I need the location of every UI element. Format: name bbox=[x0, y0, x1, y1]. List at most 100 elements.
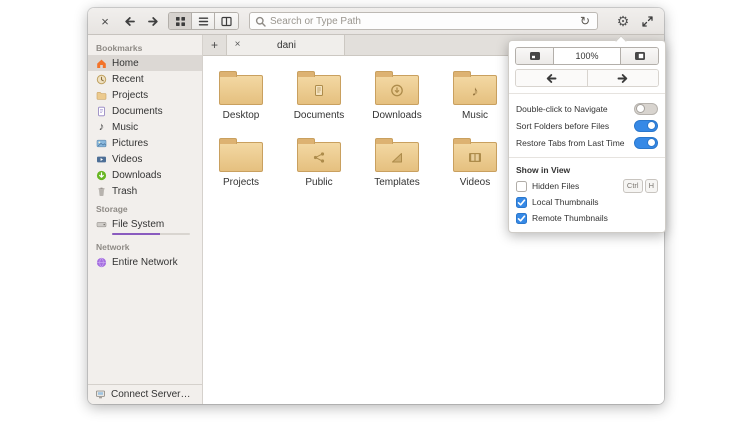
show-in-view-header: Show in View bbox=[516, 165, 571, 175]
forward-arrow-icon bbox=[617, 73, 627, 83]
sidebar-item-file-system[interactable]: File System bbox=[88, 216, 202, 232]
template-emblem-icon bbox=[391, 151, 404, 163]
file-projects[interactable]: Projects bbox=[205, 135, 277, 188]
toggle-switch[interactable] bbox=[634, 119, 658, 132]
list-view-button[interactable] bbox=[192, 13, 215, 29]
checkbox[interactable] bbox=[516, 180, 527, 192]
popover-forward-button[interactable] bbox=[587, 70, 658, 86]
folder-icon bbox=[375, 71, 419, 105]
checkbox[interactable] bbox=[516, 196, 527, 208]
setting-local-thumbnails[interactable]: Local Thumbnails bbox=[515, 194, 659, 210]
sidebar-item-label: Entire Network bbox=[112, 256, 178, 268]
zoom-in-button[interactable] bbox=[620, 48, 658, 64]
shortcut-keys: Ctrl H bbox=[622, 179, 658, 193]
back-button[interactable] bbox=[120, 12, 138, 30]
sidebar-item-videos[interactable]: Videos bbox=[88, 151, 202, 167]
file-label: Music bbox=[461, 110, 489, 121]
sidebar-item-downloads[interactable]: Downloads bbox=[88, 167, 202, 183]
tab-dani[interactable]: × dani bbox=[227, 35, 345, 55]
maximize-button[interactable] bbox=[638, 12, 656, 30]
column-view-button[interactable] bbox=[215, 13, 238, 29]
setting-double-click[interactable]: Double-click to Navigate bbox=[515, 100, 659, 117]
file-label: Videos bbox=[459, 177, 491, 188]
file-label: Projects bbox=[222, 177, 260, 188]
download-emblem-icon bbox=[391, 84, 404, 97]
sidebar-item-label: Videos bbox=[112, 153, 143, 165]
history-nav bbox=[515, 69, 659, 87]
list-view-icon bbox=[198, 17, 208, 25]
share-emblem-icon bbox=[313, 151, 326, 163]
file-public[interactable]: Public bbox=[283, 135, 355, 188]
file-music[interactable]: ♪ Music bbox=[439, 68, 511, 121]
tab-label: dani bbox=[277, 39, 296, 51]
toggle-switch[interactable] bbox=[634, 102, 658, 115]
file-videos[interactable]: Videos bbox=[439, 135, 511, 188]
sidebar-item-label: Music bbox=[112, 121, 139, 133]
sidebar-item-label: Downloads bbox=[112, 169, 162, 181]
network-icon bbox=[96, 257, 107, 268]
connect-server-button[interactable]: Connect Server… bbox=[88, 384, 202, 404]
settings-menu-button[interactable]: ⚙ bbox=[614, 12, 632, 30]
setting-hidden-files[interactable]: Hidden Files Ctrl H bbox=[515, 178, 659, 194]
file-label: Downloads bbox=[372, 110, 422, 121]
forward-button[interactable] bbox=[144, 12, 162, 30]
folder-icon bbox=[219, 138, 263, 172]
sidebar-item-entire-network[interactable]: Entire Network bbox=[88, 254, 202, 270]
pictures-icon bbox=[96, 138, 107, 149]
file-documents[interactable]: Documents bbox=[283, 68, 355, 121]
file-desktop[interactable]: Desktop bbox=[205, 68, 277, 121]
videos-icon bbox=[96, 154, 107, 165]
checkbox-label: Remote Thumbnails bbox=[532, 213, 608, 223]
grid-view-icon bbox=[175, 16, 185, 26]
zoom-level-label: 100% bbox=[554, 48, 620, 64]
sidebar-item-documents[interactable]: Documents bbox=[88, 103, 202, 119]
toggle-knob bbox=[647, 138, 656, 147]
column-view-icon bbox=[221, 16, 232, 26]
tab-close-button[interactable]: × bbox=[231, 39, 244, 52]
sidebar-item-recent[interactable]: Recent bbox=[88, 71, 202, 87]
zoom-out-button[interactable] bbox=[516, 48, 554, 64]
popover-back-button[interactable] bbox=[516, 70, 588, 86]
file-templates[interactable]: Templates bbox=[361, 135, 433, 188]
documents-icon bbox=[96, 106, 107, 117]
sidebar-item-label: Trash bbox=[112, 185, 138, 197]
folder-icon: ♪ bbox=[453, 71, 497, 105]
key-h: H bbox=[644, 179, 658, 193]
video-emblem-icon bbox=[468, 152, 482, 163]
sidebar-item-label: Recent bbox=[112, 73, 144, 85]
folder-icon bbox=[375, 138, 419, 172]
expand-icon bbox=[641, 15, 653, 27]
sidebar-header-network: Network bbox=[96, 242, 130, 252]
setting-remote-thumbnails[interactable]: Remote Thumbnails bbox=[515, 210, 659, 226]
grid-view-button[interactable] bbox=[169, 13, 192, 29]
refresh-button[interactable]: ↻ bbox=[578, 14, 592, 28]
forward-arrow-icon bbox=[147, 16, 158, 26]
toolbar: × Search or Type Path ↻ ⚙ bbox=[88, 8, 664, 35]
setting-label: Sort Folders before Files bbox=[516, 120, 610, 131]
sidebar-item-pictures[interactable]: Pictures bbox=[88, 135, 202, 151]
setting-restore-tabs[interactable]: Restore Tabs from Last Time bbox=[515, 134, 659, 151]
search-input[interactable] bbox=[270, 15, 574, 27]
new-tab-button[interactable]: + bbox=[203, 35, 227, 55]
window-close-button[interactable]: × bbox=[96, 12, 114, 30]
folder-icon bbox=[297, 71, 341, 105]
setting-sort-folders[interactable]: Sort Folders before Files bbox=[515, 117, 659, 134]
sidebar-item-projects[interactable]: Projects bbox=[88, 87, 202, 103]
sidebar-header-bookmarks: Bookmarks bbox=[96, 43, 143, 53]
sidebar-item-home[interactable]: Home bbox=[88, 55, 202, 71]
sidebar-item-label: File System bbox=[112, 218, 165, 230]
toggle-switch[interactable] bbox=[634, 136, 658, 149]
settings-popover: 100% Double-click to Navigate Sort Folde… bbox=[508, 34, 666, 233]
file-downloads[interactable]: Downloads bbox=[361, 68, 433, 121]
refresh-icon: ↻ bbox=[579, 14, 591, 28]
sidebar-item-label: Projects bbox=[112, 89, 149, 101]
gear-icon: ⚙ bbox=[616, 13, 630, 29]
checkbox[interactable] bbox=[516, 212, 527, 224]
folder-icon bbox=[219, 71, 263, 105]
zoom-control: 100% bbox=[515, 47, 659, 65]
sidebar-item-trash[interactable]: Trash bbox=[88, 183, 202, 199]
sidebar-item-music[interactable]: ♪ Music bbox=[88, 119, 202, 135]
checkbox-label: Hidden Files bbox=[532, 181, 580, 191]
filesystem-usage-bar bbox=[112, 233, 190, 235]
folder-icon bbox=[453, 138, 497, 172]
